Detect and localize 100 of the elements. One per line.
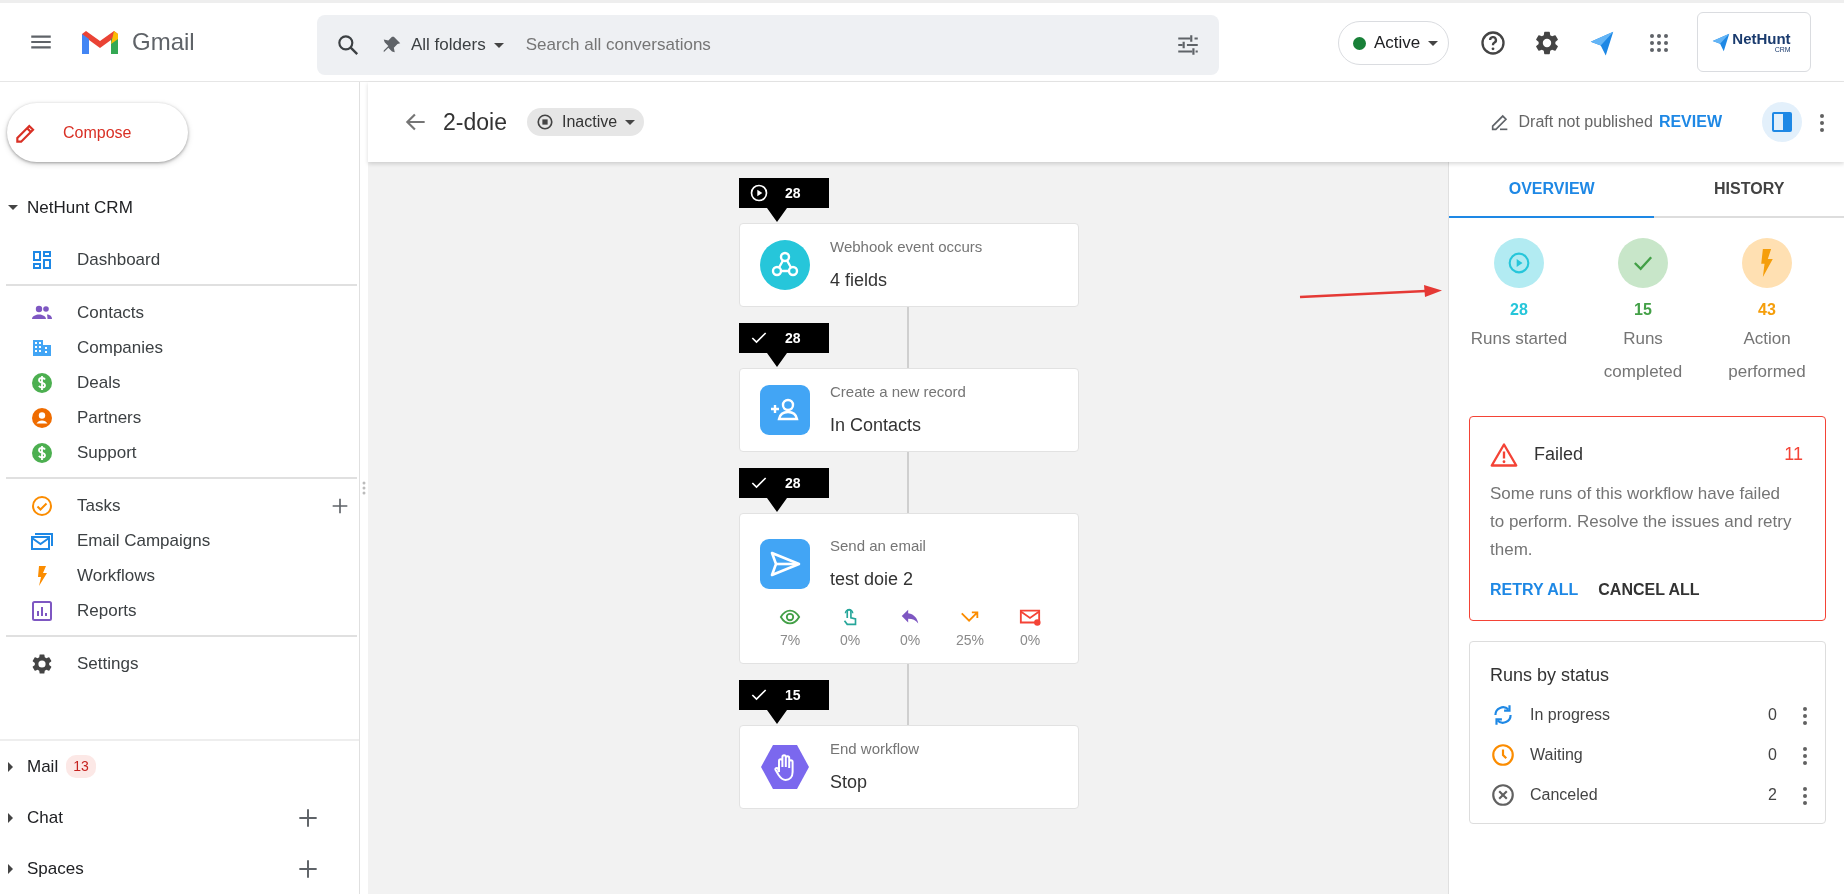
tune-icon — [1175, 32, 1201, 58]
send-icon — [760, 539, 810, 589]
stat-value: 43 — [1758, 300, 1776, 320]
step-type: Webhook event occurs — [830, 237, 983, 258]
workflow-title: 2-doie — [443, 107, 507, 137]
status-count: 0 — [1768, 745, 1777, 765]
caret-icon — [1428, 40, 1439, 46]
step-title: In Contacts — [830, 413, 923, 437]
status-dot — [1353, 36, 1366, 50]
stat-value: 28 — [1510, 300, 1528, 320]
section-toggle[interactable]: Chat — [8, 804, 295, 831]
sidebar-item[interactable]: Deals — [30, 369, 359, 396]
review-link[interactable]: REVIEW — [1658, 110, 1722, 134]
search-bar[interactable]: All folders Search all conversations — [317, 15, 1219, 75]
compose-button[interactable]: Compose — [7, 103, 188, 162]
warning-icon — [1490, 441, 1518, 468]
panel-tab[interactable]: HISTORY — [1654, 162, 1844, 218]
cancel-all-button[interactable]: CANCEL ALL — [1598, 578, 1700, 602]
webhook-icon — [760, 240, 810, 290]
sidebar-item[interactable]: Companies — [30, 334, 359, 361]
bar-chart-icon — [30, 598, 54, 623]
run-counter-pin: 28 — [739, 468, 829, 512]
search-field[interactable]: Search all conversations — [523, 15, 1175, 75]
search-button[interactable] — [335, 32, 361, 58]
sidebar-item[interactable]: Settings — [30, 650, 359, 677]
kebab-icon — [1803, 706, 1807, 725]
lightning-icon — [1761, 249, 1773, 277]
caret-icon — [493, 42, 504, 48]
workflow-step-card[interactable]: Send an email test doie 2 7% 0% 0% 25% 0% — [739, 513, 1079, 664]
stat-label: Runs started — [1469, 328, 1569, 350]
caret-icon — [625, 119, 636, 125]
draft-status: Draft not published — [1518, 112, 1653, 132]
workflow-step-card[interactable]: End workflow Stop — [739, 725, 1079, 809]
sidebar-item[interactable]: Email Campaigns — [30, 527, 359, 554]
play-circle-icon — [749, 183, 769, 203]
stat-label: Runs completed — [1602, 328, 1684, 383]
sidebar-item[interactable]: Workflows — [30, 562, 359, 589]
status-count: 2 — [1768, 785, 1777, 805]
hand-hexagon-icon — [760, 742, 810, 792]
stop-circle-icon — [535, 113, 554, 131]
panel-tab[interactable]: OVERVIEW — [1449, 162, 1655, 218]
run-counter-pin: 28 — [739, 323, 829, 367]
status-label: In progress — [1530, 705, 1611, 725]
sidebar-item[interactable]: Contacts — [30, 299, 359, 326]
email-stat-value: 0% — [899, 631, 921, 650]
sidebar-item[interactable]: Support — [30, 439, 359, 466]
workflow-step-card[interactable]: Webhook event occurs 4 fields — [739, 223, 1079, 307]
settings-icon — [30, 651, 54, 676]
section-toggle[interactable]: Mail 13 — [8, 753, 359, 780]
caret-right-icon — [8, 863, 13, 874]
side-panel-icon — [1770, 110, 1794, 134]
unread-count: 13 — [66, 755, 96, 778]
failed-title: Failed — [1534, 443, 1584, 466]
sidebar-item[interactable]: Partners — [30, 404, 359, 431]
clock-icon — [1490, 742, 1516, 768]
step-type: End workflow — [830, 739, 920, 760]
panel-toggle-button[interactable] — [1762, 102, 1802, 142]
caret-down-icon — [8, 205, 18, 210]
folder-scope-dropdown[interactable]: All folders — [381, 32, 504, 58]
card-title: Runs by status — [1490, 664, 1611, 687]
help-icon — [1479, 29, 1508, 57]
dollar-icon — [30, 440, 54, 465]
caret-right-icon — [8, 761, 13, 772]
run-counter-pin: 15 — [739, 680, 829, 724]
email-stat-value: 7% — [779, 631, 801, 650]
failed-count: 11 — [1784, 443, 1803, 466]
kebab-icon — [1803, 746, 1807, 765]
help-button[interactable] — [1479, 29, 1508, 57]
step-type: Send an email — [830, 536, 926, 557]
stat-label: Action performed — [1727, 328, 1807, 383]
app-name: Gmail — [132, 27, 195, 57]
caret-right-icon — [8, 812, 13, 823]
section-toggle[interactable]: Spaces — [8, 855, 295, 882]
sidebar-item[interactable]: Reports — [30, 597, 359, 624]
step-title: Stop — [830, 770, 869, 794]
dollar-icon — [30, 370, 54, 395]
step-title: 4 fields — [830, 268, 889, 292]
section-header[interactable]: NetHunt CRM — [0, 190, 359, 225]
search-icon — [335, 32, 361, 58]
sidebar-item[interactable]: Tasks — [30, 492, 329, 519]
failed-description: Some runs of this workflow have failed to perform. Resolve the issues and retry them. — [1490, 483, 1793, 561]
logo-name: NetHunt — [1732, 31, 1791, 46]
status-count: 0 — [1768, 705, 1777, 725]
email-stat-value: 25% — [956, 631, 984, 650]
run-counter-pin: 28 — [739, 178, 829, 222]
step-type: Create a new record — [830, 382, 966, 403]
cancel-icon — [1490, 782, 1516, 808]
stat-value: 15 — [1634, 300, 1652, 320]
email-stat-value: 0% — [1019, 631, 1041, 650]
filter-button[interactable] — [1175, 32, 1201, 58]
person-icon — [30, 405, 54, 430]
workflow-status-dropdown[interactable]: Inactive — [526, 108, 645, 136]
status-label: Waiting — [1530, 745, 1583, 765]
email-stat-value: 0% — [839, 631, 861, 650]
status-label: Canceled — [1530, 785, 1598, 805]
workflow-step-card[interactable]: Create a new record In Contacts — [739, 368, 1079, 452]
kebab-icon — [1820, 113, 1824, 132]
sidebar-item[interactable]: Dashboard — [30, 246, 359, 273]
retry-all-button[interactable]: RETRY ALL — [1490, 578, 1579, 602]
kebab-icon — [1803, 786, 1807, 805]
